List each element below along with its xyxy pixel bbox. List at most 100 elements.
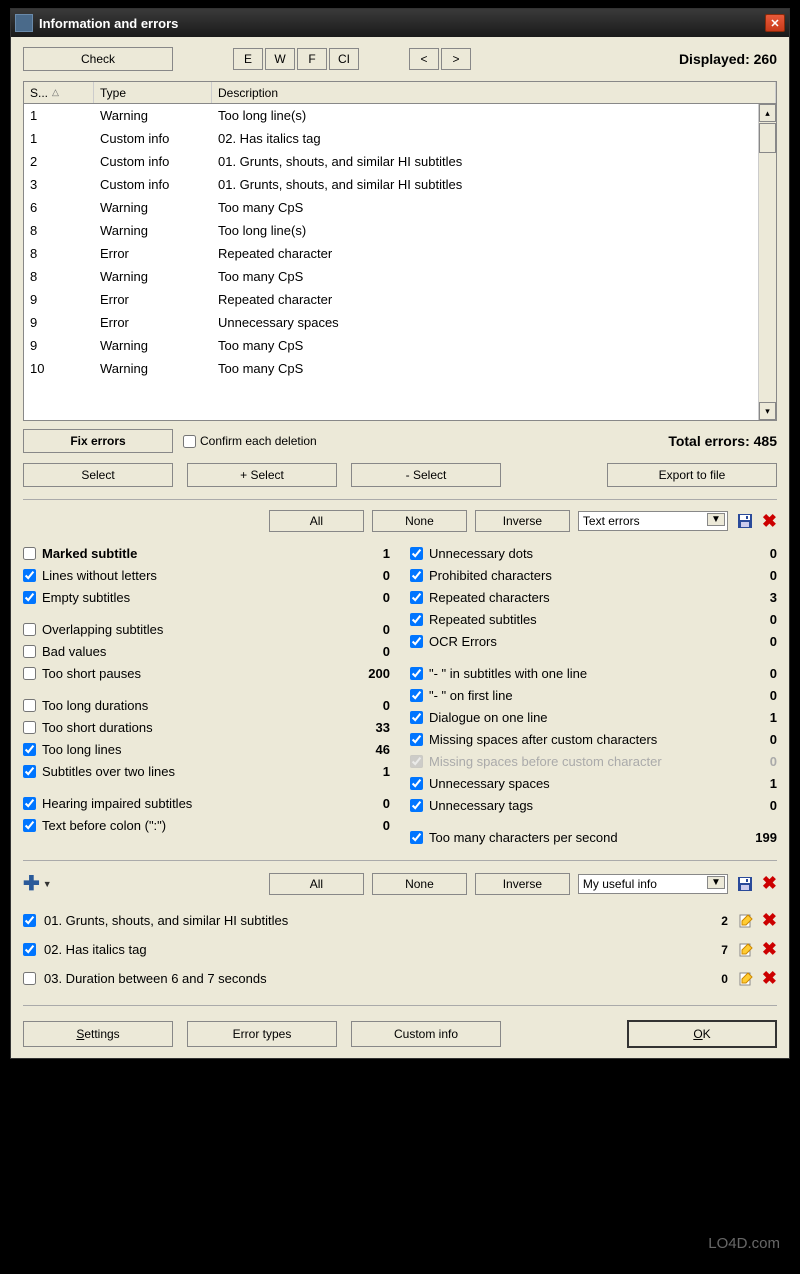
delete-custom-icon[interactable]: ✖ <box>762 968 777 989</box>
table-row[interactable]: 9ErrorRepeated character <box>24 288 776 311</box>
check-checkbox[interactable] <box>410 667 423 680</box>
custom-checkbox[interactable] <box>23 972 36 985</box>
check-checkbox[interactable] <box>23 569 36 582</box>
check-button[interactable]: Check <box>23 47 173 71</box>
column-header-description[interactable]: Description <box>212 82 776 103</box>
check-checkbox[interactable] <box>410 831 423 844</box>
table-row[interactable]: 8WarningToo many CpS <box>24 265 776 288</box>
check-label: Repeated subtitles <box>429 612 747 627</box>
check-item: Lines without letters0 <box>23 564 390 586</box>
check-checkbox[interactable] <box>410 635 423 648</box>
edit-icon[interactable] <box>738 971 754 987</box>
table-row[interactable]: 2Custom info01. Grunts, shouts, and simi… <box>24 150 776 173</box>
check-checkbox[interactable] <box>23 699 36 712</box>
check-checkbox[interactable] <box>23 797 36 810</box>
check-checkbox[interactable] <box>410 591 423 604</box>
check-checkbox[interactable] <box>23 645 36 658</box>
filter-ci-button[interactable]: CI <box>329 48 359 70</box>
check-label: Marked subtitle <box>42 546 360 561</box>
all-button-2[interactable]: All <box>269 873 364 895</box>
table-row[interactable]: 6WarningToo many CpS <box>24 196 776 219</box>
column-header-s[interactable]: S...△ <box>24 82 94 103</box>
select-button[interactable]: Select <box>23 463 173 487</box>
custom-count: 2 <box>708 914 728 928</box>
check-checkbox[interactable] <box>410 547 423 560</box>
check-item: Unnecessary tags0 <box>410 794 777 816</box>
save-icon-2[interactable] <box>736 875 754 893</box>
delete-custom-icon[interactable]: ✖ <box>762 939 777 960</box>
check-checkbox[interactable] <box>410 689 423 702</box>
check-checkbox[interactable] <box>410 733 423 746</box>
check-item: Subtitles over two lines1 <box>23 760 390 782</box>
minus-select-button[interactable]: - Select <box>351 463 501 487</box>
check-checkbox[interactable] <box>410 799 423 812</box>
scroll-thumb[interactable] <box>759 123 776 153</box>
check-checkbox[interactable] <box>410 711 423 724</box>
scroll-down-icon[interactable]: ▾ <box>759 402 776 420</box>
custom-label: 02. Has italics tag <box>44 942 708 957</box>
check-checkbox[interactable] <box>23 765 36 778</box>
table-row[interactable]: 3Custom info01. Grunts, shouts, and simi… <box>24 173 776 196</box>
settings-button[interactable]: Settings <box>23 1021 173 1047</box>
table-row[interactable]: 9ErrorUnnecessary spaces <box>24 311 776 334</box>
scroll-up-icon[interactable]: ▴ <box>759 104 776 122</box>
custom-info-button[interactable]: Custom info <box>351 1021 501 1047</box>
check-checkbox[interactable] <box>23 591 36 604</box>
none-button-2[interactable]: None <box>372 873 467 895</box>
column-header-type[interactable]: Type <box>94 82 212 103</box>
check-checkbox[interactable] <box>23 743 36 756</box>
check-checkbox[interactable] <box>410 569 423 582</box>
all-button-1[interactable]: All <box>269 510 364 532</box>
table-row[interactable]: 10WarningToo many CpS <box>24 357 776 380</box>
table-row[interactable]: 8WarningToo long line(s) <box>24 219 776 242</box>
confirm-each-checkbox[interactable] <box>183 435 196 448</box>
check-count: 1 <box>747 776 777 791</box>
table-row[interactable]: 1Custom info02. Has italics tag <box>24 127 776 150</box>
check-checkbox[interactable] <box>23 721 36 734</box>
next-button[interactable]: > <box>441 48 471 70</box>
filter-e-button[interactable]: E <box>233 48 263 70</box>
plus-select-button[interactable]: + Select <box>187 463 337 487</box>
edit-icon[interactable] <box>738 942 754 958</box>
vertical-scrollbar[interactable]: ▴ ▾ <box>758 104 776 420</box>
custom-checkbox[interactable] <box>23 943 36 956</box>
check-count: 0 <box>747 666 777 681</box>
check-label: Text before colon (":") <box>42 818 360 833</box>
check-checkbox[interactable] <box>23 547 36 560</box>
none-button-1[interactable]: None <box>372 510 467 532</box>
check-item: Prohibited characters0 <box>410 564 777 586</box>
check-label: Missing spaces after custom characters <box>429 732 747 747</box>
table-row[interactable]: 8ErrorRepeated character <box>24 242 776 265</box>
check-checkbox[interactable] <box>23 623 36 636</box>
inverse-button-2[interactable]: Inverse <box>475 873 570 895</box>
ok-button[interactable]: OK <box>627 1020 777 1048</box>
check-label: Overlapping subtitles <box>42 622 360 637</box>
save-icon[interactable] <box>736 512 754 530</box>
error-types-button[interactable]: Error types <box>187 1021 337 1047</box>
table-row[interactable]: 1WarningToo long line(s) <box>24 104 776 127</box>
check-checkbox[interactable] <box>410 755 423 768</box>
window-title: Information and errors <box>39 16 765 31</box>
check-checkbox[interactable] <box>410 777 423 790</box>
export-button[interactable]: Export to file <box>607 463 777 487</box>
edit-icon[interactable] <box>738 913 754 929</box>
check-checkbox[interactable] <box>410 613 423 626</box>
delete-custom-icon[interactable]: ✖ <box>762 910 777 931</box>
filter-f-button[interactable]: F <box>297 48 327 70</box>
close-button[interactable]: ✕ <box>765 14 785 32</box>
check-checkbox[interactable] <box>23 667 36 680</box>
custom-checkbox[interactable] <box>23 914 36 927</box>
preset-combo-1[interactable]: Text errors <box>578 511 728 531</box>
table-row[interactable]: 9WarningToo many CpS <box>24 334 776 357</box>
delete-icon-2[interactable]: ✖ <box>762 873 777 894</box>
check-count: 1 <box>360 764 390 779</box>
delete-icon[interactable]: ✖ <box>762 511 777 532</box>
fix-errors-button[interactable]: Fix errors <box>23 429 173 453</box>
filter-w-button[interactable]: W <box>265 48 295 70</box>
add-icon[interactable]: ✚▼ <box>23 871 52 896</box>
inverse-button-1[interactable]: Inverse <box>475 510 570 532</box>
check-label: Repeated characters <box>429 590 747 605</box>
check-checkbox[interactable] <box>23 819 36 832</box>
preset-combo-2[interactable]: My useful info <box>578 874 728 894</box>
prev-button[interactable]: < <box>409 48 439 70</box>
